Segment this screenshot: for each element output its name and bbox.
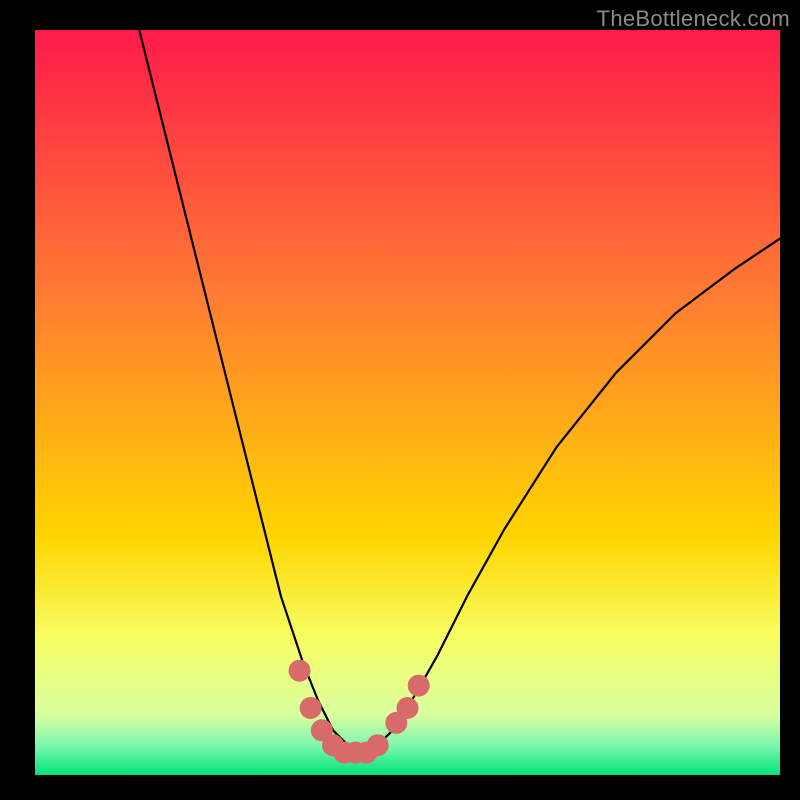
watermark-label: TheBottleneck.com (597, 6, 790, 32)
plot-background (35, 30, 780, 775)
highlight-dot (300, 697, 322, 719)
highlight-dot (408, 675, 430, 697)
highlight-dot (289, 660, 311, 682)
bottleneck-chart (0, 0, 800, 800)
chart-stage: TheBottleneck.com (0, 0, 800, 800)
highlight-dot (367, 734, 389, 756)
highlight-dot (397, 697, 419, 719)
